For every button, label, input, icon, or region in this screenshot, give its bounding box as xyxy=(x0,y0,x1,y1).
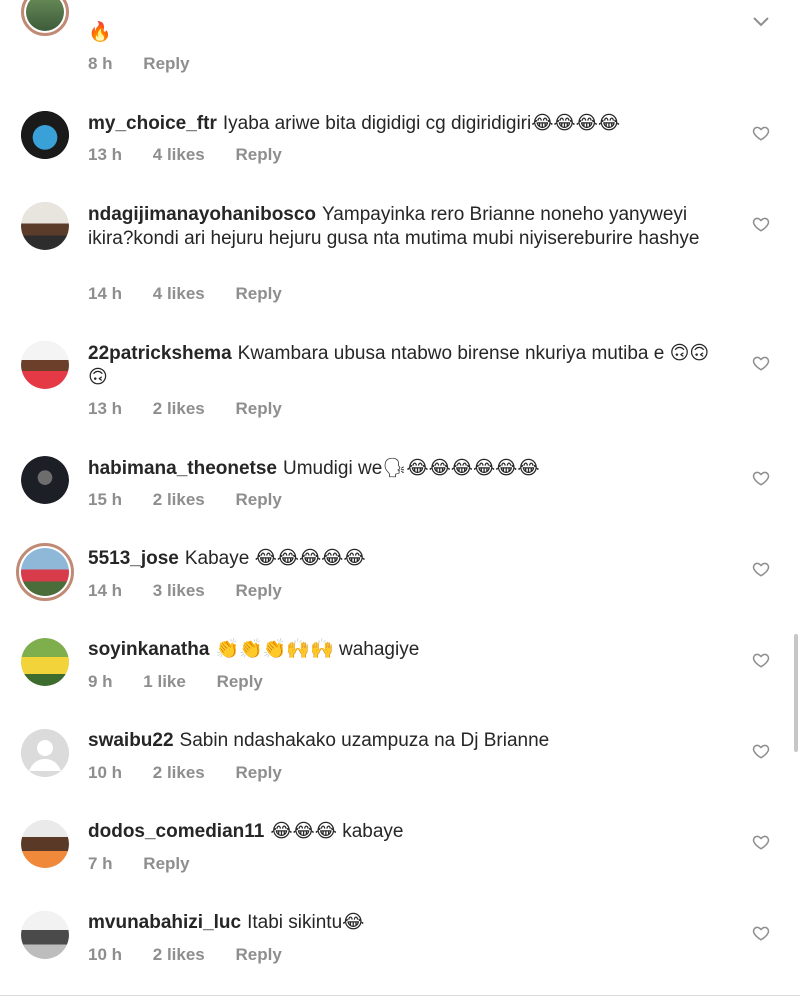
likes-count[interactable]: 3 likes xyxy=(153,581,205,600)
comment-body: Itabi sikintu😂 xyxy=(247,912,365,933)
comment-username[interactable]: 22patrickshema xyxy=(88,343,232,364)
likes-count[interactable]: 2 likes xyxy=(153,399,205,418)
likes-count[interactable]: 4 likes xyxy=(153,145,205,164)
comment-text: swaibu22 Sabin ndashakako uzampuza na Dj … xyxy=(88,729,728,753)
reply-button[interactable]: Reply xyxy=(236,945,282,964)
scrollbar[interactable] xyxy=(794,634,798,752)
avatar[interactable] xyxy=(21,820,69,868)
comment-meta: 8 h Reply xyxy=(88,54,216,74)
comment-text: 5513_jose Kabaye 😂😂😂😂😂 xyxy=(88,547,728,571)
comment-username[interactable]: 5513_jose xyxy=(88,548,179,569)
comment-body: Kabaye 😂😂😂😂😂 xyxy=(184,548,366,569)
reply-button[interactable]: Reply xyxy=(217,672,263,691)
comment-meta: 14 h 4 likes Reply xyxy=(88,284,308,304)
comment-text: dodos_comedian11 😂😂😂 kabaye xyxy=(88,820,728,844)
comment-body: Umudigi we🗣😂😂😂😂😂😂 xyxy=(283,458,540,479)
heart-outline-icon[interactable] xyxy=(752,354,770,372)
default-avatar-icon xyxy=(21,729,69,777)
comment-time: 15 h xyxy=(88,490,123,509)
avatar[interactable] xyxy=(21,638,69,686)
comment-text: 🔥 xyxy=(88,21,112,43)
reply-button[interactable]: Reply xyxy=(236,581,282,600)
comment-time: 13 h xyxy=(88,145,123,164)
comment-text: 22patrickshema Kwambara ubusa ntabwo bire… xyxy=(88,342,728,390)
comment-username[interactable]: swaibu22 xyxy=(88,730,174,751)
comment-time: 13 h xyxy=(88,399,123,418)
reply-button[interactable]: Reply xyxy=(143,854,189,873)
heart-outline-icon[interactable] xyxy=(752,469,770,487)
likes-count[interactable]: 2 likes xyxy=(153,763,205,782)
avatar[interactable] xyxy=(21,729,69,777)
comment-body: Iyaba ariwe bita digidigi cg digiridigir… xyxy=(222,113,621,134)
avatar[interactable] xyxy=(21,911,69,959)
comment-body: 😂😂😂 kabaye xyxy=(270,821,404,842)
reply-button[interactable]: Reply xyxy=(236,763,282,782)
comment-time: 10 h xyxy=(88,945,123,964)
comment-username[interactable]: habimana_theonetse xyxy=(88,458,277,479)
heart-outline-icon[interactable] xyxy=(752,124,770,142)
avatar[interactable] xyxy=(21,202,69,250)
comment-time: 10 h xyxy=(88,763,123,782)
comment-time: 14 h xyxy=(88,581,123,600)
avatar[interactable] xyxy=(21,111,69,159)
reply-button[interactable]: Reply xyxy=(143,54,189,73)
reply-button[interactable]: Reply xyxy=(236,284,282,303)
likes-count[interactable]: 1 like xyxy=(143,672,186,691)
comment-meta: 13 h 4 likes Reply xyxy=(88,145,308,165)
avatar[interactable] xyxy=(21,341,69,389)
comment-meta: 10 h 2 likes Reply xyxy=(88,763,308,783)
comment-text: my_choice_ftr Iyaba ariwe bita digidigi c… xyxy=(88,112,728,136)
divider xyxy=(0,995,800,996)
comment-body: 👏👏👏🙌🙌 wahagiye xyxy=(215,639,420,660)
avatar[interactable] xyxy=(21,0,69,36)
comment-text: soyinkanatha 👏👏👏🙌🙌 wahagiye xyxy=(88,638,728,662)
comment-time: 7 h xyxy=(88,854,113,873)
comment-meta: 14 h 3 likes Reply xyxy=(88,581,308,601)
comment-time: 14 h xyxy=(88,284,123,303)
comment-username[interactable]: mvunabahizi_luc xyxy=(88,912,241,933)
comment-username[interactable]: soyinkanatha xyxy=(88,639,209,660)
comment-username[interactable]: dodos_comedian11 xyxy=(88,821,264,842)
avatar[interactable] xyxy=(21,456,69,504)
comment-time: 8 h xyxy=(88,54,113,73)
avatar[interactable] xyxy=(16,543,74,601)
comment-text: ndagijimanayohanibosco Yampayinka rero Br… xyxy=(88,203,728,251)
comment-meta: 15 h 2 likes Reply xyxy=(88,490,308,510)
comment-meta: 10 h 2 likes Reply xyxy=(88,945,308,965)
heart-outline-icon[interactable] xyxy=(752,215,770,233)
heart-outline-icon[interactable] xyxy=(752,924,770,942)
comment-text: habimana_theonetse Umudigi we🗣😂😂😂😂😂😂 xyxy=(88,457,728,481)
likes-count[interactable]: 4 likes xyxy=(153,284,205,303)
comment-username[interactable]: ndagijimanayohanibosco xyxy=(88,204,316,225)
heart-outline-icon[interactable] xyxy=(752,651,770,669)
comment-username[interactable]: my_choice_ftr xyxy=(88,113,217,134)
comment-meta: 13 h 2 likes Reply xyxy=(88,399,308,419)
reply-button[interactable]: Reply xyxy=(236,145,282,164)
comment-meta: 7 h Reply xyxy=(88,854,216,874)
heart-outline-icon[interactable] xyxy=(752,833,770,851)
comment-body: Sabin ndashakako uzampuza na Dj Brianne xyxy=(179,730,550,751)
likes-count[interactable]: 2 likes xyxy=(153,945,205,964)
chevron-down-icon[interactable] xyxy=(752,14,770,28)
heart-outline-icon[interactable] xyxy=(752,742,770,760)
likes-count[interactable]: 2 likes xyxy=(153,490,205,509)
comment-time: 9 h xyxy=(88,672,113,691)
reply-button[interactable]: Reply xyxy=(236,399,282,418)
heart-outline-icon[interactable] xyxy=(752,560,770,578)
comment-meta: 9 h 1 like Reply xyxy=(88,672,289,692)
comment-text: mvunabahizi_luc Itabi sikintu😂 xyxy=(88,911,728,935)
reply-button[interactable]: Reply xyxy=(236,490,282,509)
